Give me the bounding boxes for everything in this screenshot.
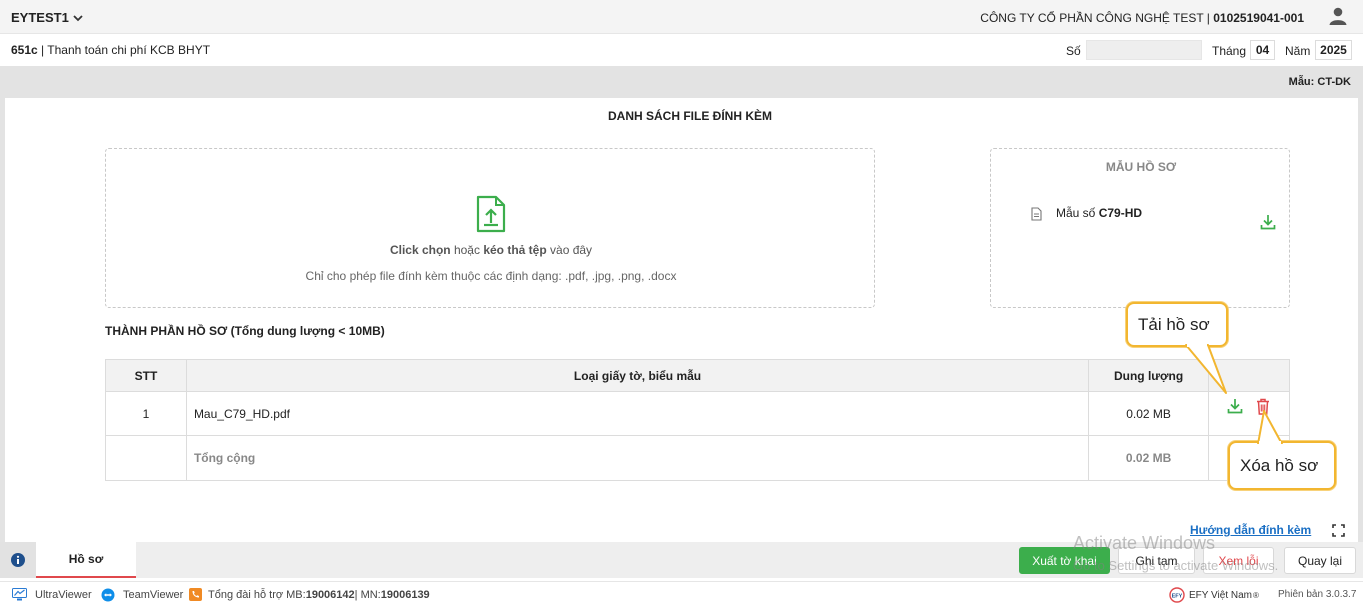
download-callout-text: Tải hồ sơ bbox=[1138, 314, 1210, 334]
nam-input[interactable]: 2025 bbox=[1315, 40, 1352, 60]
table-header-row: STT Loại giấy tờ, biểu mẫu Dung lượng bbox=[105, 359, 1290, 392]
column-header-type: Loại giấy tờ, biểu mẫu bbox=[185, 359, 1090, 392]
hotline-separator: | MN: bbox=[354, 588, 381, 601]
upload-instructions: Click chọn hoặc kéo thả tệp vào đây bbox=[106, 243, 876, 257]
brand-info: EFY EFY Việt Nam ® bbox=[1168, 587, 1259, 603]
registered-mark-icon: ® bbox=[1253, 590, 1259, 600]
template-label: Mẫu: bbox=[1288, 76, 1318, 88]
upload-drag-text: kéo thả tệp bbox=[483, 243, 547, 257]
upload-click-text: Click chọn bbox=[389, 243, 451, 257]
efy-logo-icon: EFY bbox=[1169, 587, 1185, 603]
template-item-prefix: Mẫu số bbox=[1056, 206, 1099, 220]
top-bar: EYTEST1 CÔNG TY CỔ PHẦN CÔNG NGHỆ TEST |… bbox=[0, 0, 1363, 34]
row-file-name: Mau_C79_HD.pdf bbox=[185, 391, 1090, 436]
document-code: 651c bbox=[11, 43, 38, 57]
total-empty-cell bbox=[105, 435, 187, 481]
upload-or-text: hoặc bbox=[450, 243, 484, 257]
document-title: 651c | Thanh toán chi phí KCB BHYT bbox=[11, 43, 210, 57]
phone-icon bbox=[189, 588, 202, 601]
download-callout-pointer bbox=[1185, 344, 1227, 394]
save-draft-button[interactable]: Ghi tạm bbox=[1118, 547, 1195, 574]
table-total-row: Tổng cộng 0.02 MB bbox=[105, 435, 1290, 481]
template-item[interactable]: Mẫu số C79-HD bbox=[1056, 206, 1142, 220]
download-callout: Tải hồ sơ bbox=[1126, 302, 1228, 347]
attachment-guide-link[interactable]: Hướng dẫn đính kèm bbox=[1190, 523, 1311, 537]
chevron-down-icon bbox=[73, 14, 83, 21]
components-table: STT Loại giấy tờ, biểu mẫu Dung lượng 1 … bbox=[105, 359, 1290, 481]
export-button[interactable]: Xuất tờ khai bbox=[1019, 547, 1110, 574]
so-label: Số bbox=[1066, 44, 1081, 58]
download-icon[interactable] bbox=[1227, 398, 1243, 414]
components-heading: THÀNH PHẦN HỒ SƠ (Tổng dung lượng < 10MB… bbox=[105, 324, 385, 338]
company-name: CÔNG TY CỔ PHẦN CÔNG NGHỆ TEST | bbox=[980, 11, 1214, 25]
hotline-label: Tổng đài hỗ trợ MB: bbox=[208, 588, 306, 601]
back-button[interactable]: Quay lại bbox=[1284, 547, 1356, 574]
brand-name: EFY Việt Nam bbox=[1189, 589, 1252, 601]
file-upload-icon bbox=[476, 195, 506, 233]
template-value: CT-DK bbox=[1317, 76, 1351, 88]
version-label: Phiên bản 3.0.3.7 bbox=[1278, 589, 1357, 600]
fullscreen-icon[interactable] bbox=[1332, 524, 1345, 537]
so-input[interactable] bbox=[1086, 40, 1202, 60]
hotline-info: Tổng đài hỗ trợ MB: 19006142 | MN: 19006… bbox=[189, 588, 430, 601]
org-code: EYTEST1 bbox=[11, 10, 69, 25]
info-icon bbox=[11, 553, 25, 567]
thang-label: Tháng bbox=[1212, 44, 1247, 58]
svg-text:EFY: EFY bbox=[1172, 594, 1183, 600]
teamviewer-icon bbox=[101, 588, 115, 602]
teamviewer-label: TeamViewer bbox=[123, 589, 184, 601]
document-info-row: 651c | Thanh toán chi phí KCB BHYT Số Th… bbox=[0, 34, 1363, 66]
delete-callout-text: Xóa hồ sơ bbox=[1240, 455, 1319, 475]
ultraviewer-icon bbox=[12, 588, 27, 601]
right-border bbox=[1358, 98, 1363, 542]
delete-callout-pointer bbox=[1257, 410, 1283, 444]
nam-label: Năm bbox=[1285, 44, 1311, 58]
template-item-code: C79-HD bbox=[1098, 206, 1143, 220]
document-icon bbox=[1031, 207, 1042, 221]
template-panel: MẪU HỒ SƠ Mẫu số C79-HD bbox=[990, 148, 1290, 308]
view-errors-button[interactable]: Xem lỗi bbox=[1203, 547, 1274, 574]
footer: UltraViewer TeamViewer Tổng đài hỗ trợ M… bbox=[0, 581, 1363, 607]
template-strip: Mẫu: CT-DK bbox=[0, 66, 1363, 98]
ultraviewer-link[interactable]: UltraViewer bbox=[12, 588, 92, 601]
document-name: | Thanh toán chi phí KCB BHYT bbox=[37, 43, 211, 57]
row-file-size: 0.02 MB bbox=[1088, 391, 1210, 436]
tax-code: 0102519041-001 bbox=[1213, 11, 1304, 25]
thang-input[interactable]: 04 bbox=[1250, 40, 1275, 60]
table-row: 1 Mau_C79_HD.pdf 0.02 MB bbox=[105, 391, 1290, 436]
hotline-mb: 19006142 bbox=[305, 588, 355, 601]
user-icon[interactable] bbox=[1328, 7, 1348, 25]
tab-ho-so[interactable]: Hồ sơ bbox=[36, 542, 136, 578]
upload-format-note: Chỉ cho phép file đính kèm thuộc các địn… bbox=[305, 269, 677, 283]
upload-here-text: vào đây bbox=[546, 243, 593, 257]
info-button[interactable] bbox=[0, 542, 36, 578]
row-stt: 1 bbox=[105, 391, 187, 436]
teamviewer-link[interactable]: TeamViewer bbox=[101, 588, 183, 602]
total-size: 0.02 MB bbox=[1088, 435, 1210, 481]
total-label: Tổng cộng bbox=[185, 435, 1090, 481]
org-selector[interactable]: EYTEST1 bbox=[11, 10, 84, 25]
left-border bbox=[0, 98, 5, 542]
company-info: CÔNG TY CỔ PHẦN CÔNG NGHỆ TEST | 0102519… bbox=[980, 11, 1304, 25]
column-header-stt: STT bbox=[105, 359, 187, 392]
ultraviewer-label: UltraViewer bbox=[35, 588, 92, 601]
attachments-heading: DANH SÁCH FILE ĐÍNH KÈM bbox=[608, 109, 772, 123]
template-download-icon[interactable] bbox=[1260, 214, 1276, 230]
upload-dropzone[interactable]: Click chọn hoặc kéo thả tệp vào đây Chỉ … bbox=[105, 148, 875, 308]
hotline-mn: 19006139 bbox=[380, 588, 430, 601]
template-code: Mẫu: CT-DK bbox=[1289, 76, 1351, 88]
template-panel-heading: MẪU HỒ SƠ bbox=[1105, 160, 1177, 174]
tab-ho-so-label: Hồ sơ bbox=[68, 552, 104, 566]
delete-callout: Xóa hồ sơ bbox=[1228, 441, 1336, 490]
